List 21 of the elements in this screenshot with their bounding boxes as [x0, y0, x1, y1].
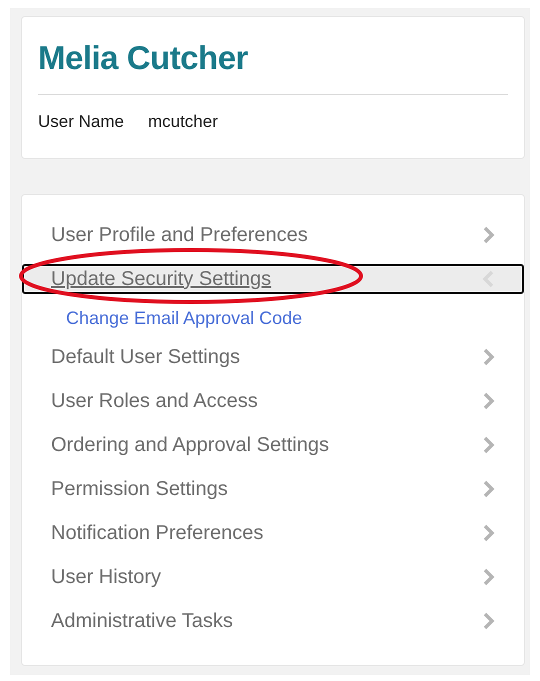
menu-item[interactable]: User Profile and Preferences	[23, 213, 523, 257]
chevron-right-icon	[483, 226, 495, 244]
chevron-right-icon	[483, 612, 495, 630]
chevron-right-icon	[483, 568, 495, 586]
menu-item[interactable]: Administrative Tasks	[23, 599, 523, 643]
menu-item[interactable]: Ordering and Approval Settings	[23, 423, 523, 467]
menu-item[interactable]: Update Security Settings	[22, 264, 524, 294]
menu-item[interactable]: Notification Preferences	[23, 511, 523, 555]
user-full-name: Melia Cutcher	[38, 41, 249, 74]
chevron-right-icon	[483, 392, 495, 410]
chevron-right-icon	[483, 436, 495, 454]
field-label: User Name	[38, 111, 124, 133]
menu-item[interactable]: User History	[23, 555, 523, 599]
menu-item[interactable]: Permission Settings	[23, 467, 523, 511]
menu-item[interactable]: User Roles and Access	[23, 379, 523, 423]
chevron-right-icon	[483, 480, 495, 498]
menu-item[interactable]: Default User Settings	[23, 335, 523, 379]
field-value: mcutcher	[148, 111, 218, 133]
submenu-link[interactable]: Change Email Approval Code	[66, 304, 302, 332]
chevron-right-icon	[483, 348, 495, 366]
chevron-right-icon	[483, 524, 495, 542]
